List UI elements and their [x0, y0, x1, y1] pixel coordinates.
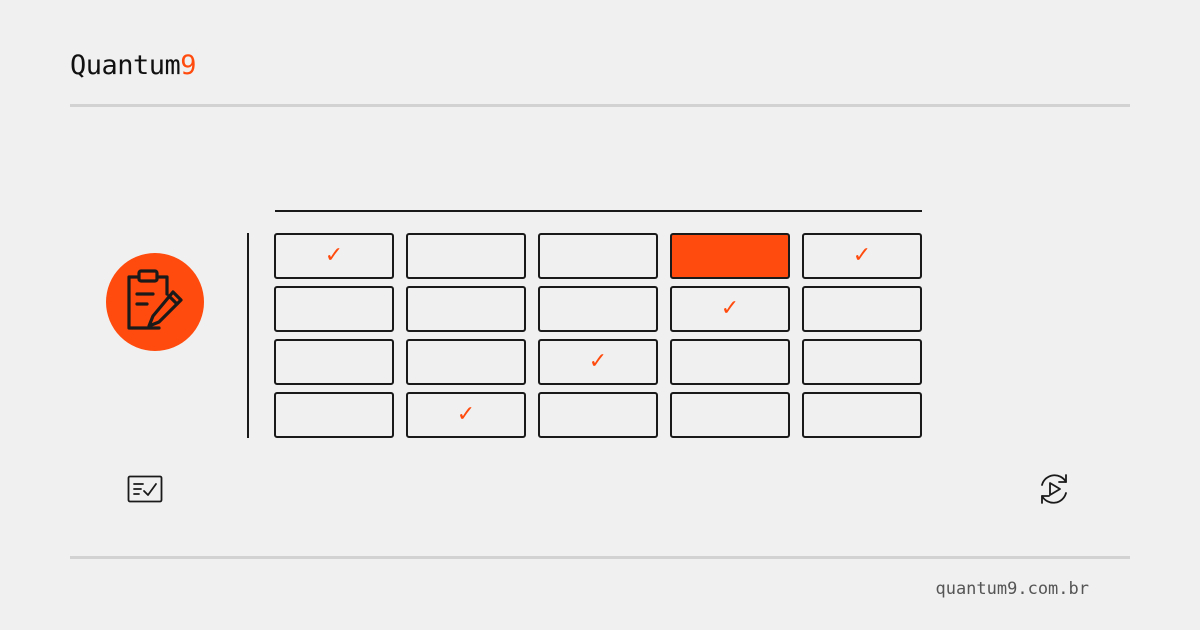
grid-top-line	[275, 210, 922, 212]
checklist-icon[interactable]	[127, 475, 163, 507]
clipboard-edit-icon	[127, 269, 183, 330]
footer-divider	[70, 556, 1130, 559]
header-divider	[70, 104, 1130, 107]
grid-cell[interactable]	[802, 392, 922, 438]
footer-url[interactable]: quantum9.com.br	[935, 579, 1089, 599]
grid-cell[interactable]: ✓	[406, 392, 526, 438]
grid-cell[interactable]: ✓	[538, 339, 658, 385]
grid-cell[interactable]	[670, 392, 790, 438]
grid-cell[interactable]	[670, 339, 790, 385]
grid-cell[interactable]: ✓	[670, 286, 790, 332]
grid-cell[interactable]	[406, 286, 526, 332]
grid-cell[interactable]	[802, 339, 922, 385]
grid-left-line	[247, 233, 249, 438]
grid-cell[interactable]: ✓	[274, 233, 394, 279]
grid-cell[interactable]	[274, 286, 394, 332]
check-icon: ✓	[456, 402, 476, 427]
grid-cell[interactable]	[274, 392, 394, 438]
brand-name-accent: 9	[180, 50, 197, 81]
replay-icon[interactable]	[1037, 471, 1071, 511]
selection-grid: ✓ ✓ ✓ ✓ ✓	[274, 233, 922, 438]
grid-cell[interactable]	[406, 233, 526, 279]
grid-cell[interactable]	[670, 233, 790, 279]
clipboard-badge	[106, 253, 204, 351]
grid-cell[interactable]	[802, 286, 922, 332]
brand-logo[interactable]: Quantum9	[70, 48, 197, 84]
grid-cell[interactable]	[406, 339, 526, 385]
check-icon: ✓	[324, 243, 344, 268]
grid-cell[interactable]	[538, 392, 658, 438]
brand-name: Quantum	[70, 50, 181, 81]
grid-cell[interactable]	[274, 339, 394, 385]
check-icon: ✓	[720, 296, 740, 321]
check-icon: ✓	[588, 349, 608, 374]
grid-cell[interactable]: ✓	[802, 233, 922, 279]
grid-cell[interactable]	[538, 286, 658, 332]
grid-cell[interactable]	[538, 233, 658, 279]
check-icon: ✓	[852, 243, 872, 268]
